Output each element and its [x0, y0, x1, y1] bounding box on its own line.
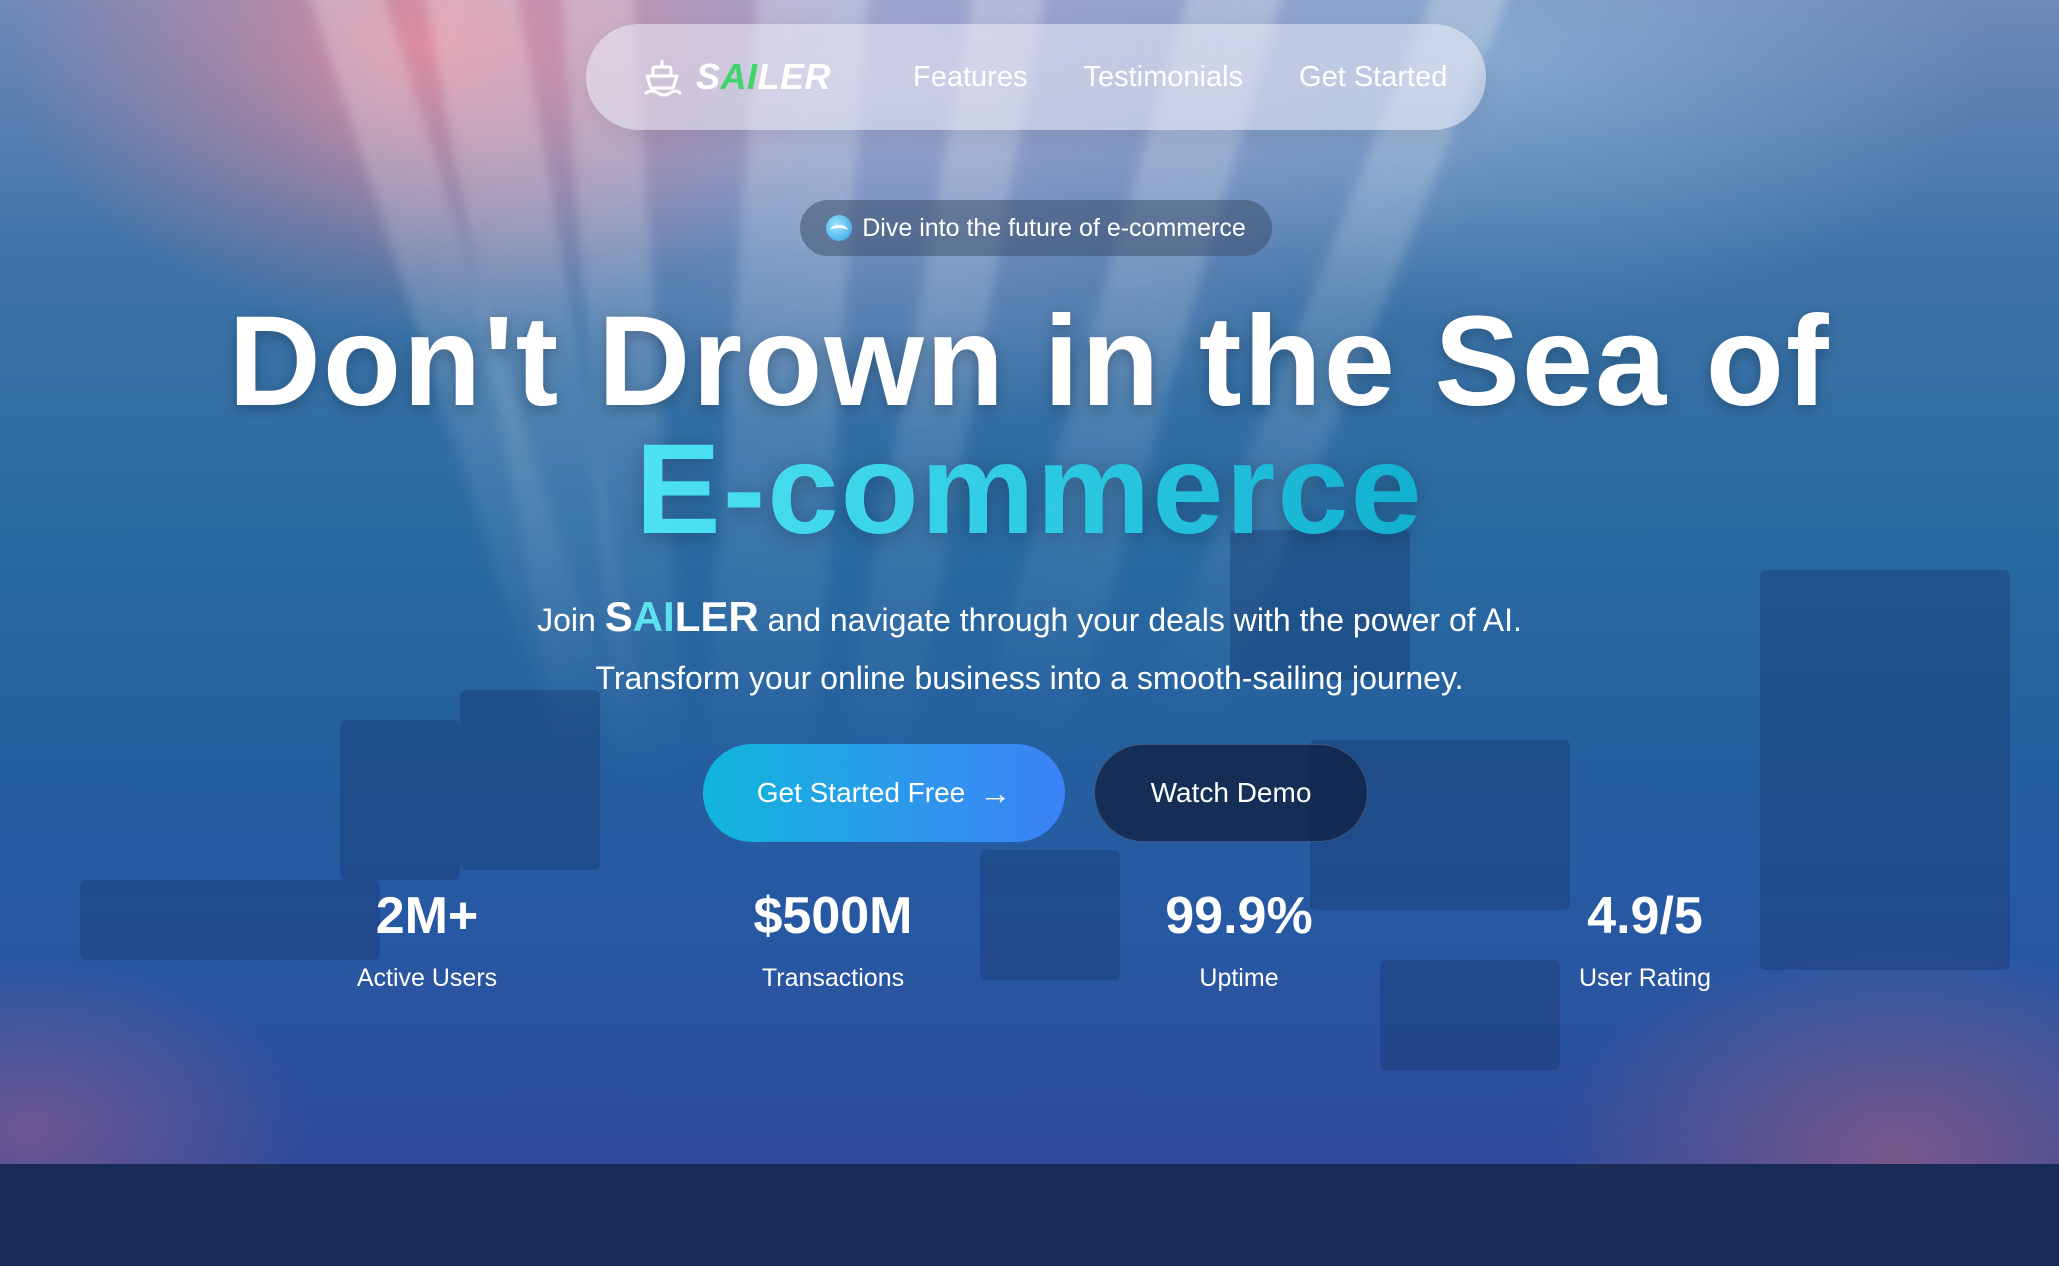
- navbar: SAILER Features Testimonials Get Started: [586, 24, 1486, 130]
- hero-subtitle: Join SAILER and navigate through your de…: [0, 588, 2059, 707]
- hero-title-line1: Don't Drown in the Sea of: [228, 290, 1831, 433]
- stat-label: Active Users: [356, 964, 498, 992]
- ship-icon: [644, 59, 682, 97]
- arrow-right-icon: →: [979, 774, 1012, 811]
- hero-title-highlight: E-commerce: [635, 418, 1424, 561]
- stat-value: 4.9/5: [1587, 887, 1703, 945]
- nav-link-get-started[interactable]: Get Started: [1299, 61, 1447, 94]
- stat-label: User Rating: [1579, 964, 1711, 992]
- watch-demo-button[interactable]: Watch Demo: [1094, 744, 1368, 842]
- background-speaker: [460, 690, 600, 870]
- stat-transactions: $500M Transactions: [683, 882, 983, 993]
- badge-text: Dive into the future of e-commerce: [862, 213, 1246, 242]
- nav-link-testimonials[interactable]: Testimonials: [1083, 61, 1243, 94]
- subtitle-line2: Transform your online business into a sm…: [595, 660, 1464, 696]
- wave-icon: [826, 215, 853, 241]
- subtitle-brand: SAILER: [604, 593, 759, 640]
- stat-active-users: 2M+ Active Users: [277, 882, 577, 993]
- background-speaker: [340, 720, 460, 880]
- subtitle-line1: Join SAILER and navigate through your de…: [537, 593, 1522, 640]
- get-started-free-button[interactable]: Get Started Free →: [703, 744, 1065, 842]
- stat-value: 2M+: [375, 887, 479, 945]
- nav-link-features[interactable]: Features: [913, 61, 1027, 94]
- stat-value: $500M: [753, 887, 913, 945]
- stat-user-rating: 4.9/5 User Rating: [1495, 882, 1795, 993]
- stat-value: 99.9%: [1165, 887, 1313, 945]
- announcement-badge: Dive into the future of e-commerce: [800, 200, 1272, 256]
- stat-label: Transactions: [761, 964, 905, 992]
- get-started-free-label: Get Started Free: [756, 777, 966, 808]
- stat-label: Uptime: [1199, 964, 1279, 992]
- next-section: [0, 1164, 2059, 1266]
- stat-uptime: 99.9% Uptime: [1089, 882, 1389, 993]
- nav-links: Features Testimonials Get Started: [913, 61, 1447, 94]
- hero-title-line2: E-commerce: [0, 420, 2059, 560]
- logo[interactable]: SAILER: [642, 56, 831, 98]
- logo-text: SAILER: [696, 56, 832, 97]
